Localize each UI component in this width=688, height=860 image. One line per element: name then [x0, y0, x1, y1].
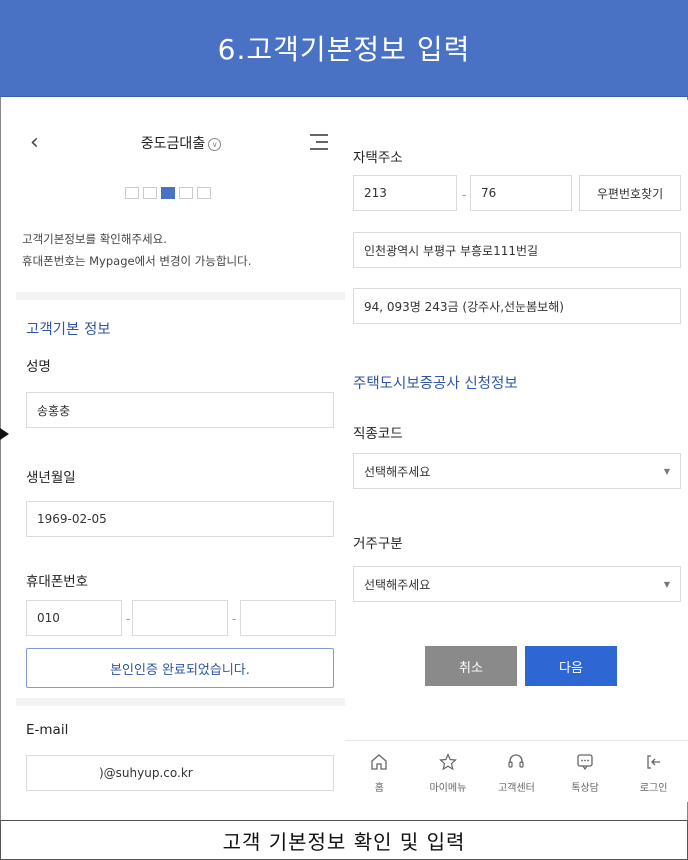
address-line2-value: 94, 093명 243금 (강주사,선눈봄보해)	[364, 299, 564, 314]
tab-home[interactable]: 홈	[349, 752, 409, 795]
address-line1-value: 인천광역시 부평구 부흥로111번길	[364, 243, 539, 258]
phone-separator: -	[232, 612, 237, 626]
birth-field[interactable]: 1969-02-05	[26, 501, 334, 537]
home-icon	[371, 754, 387, 770]
postal-code-2-value: 76	[481, 186, 497, 200]
cancel-button[interactable]: 취소	[425, 646, 517, 686]
section-divider	[16, 292, 346, 300]
tab-mymenu-label: 마이메뉴	[429, 783, 467, 794]
phone-label: 휴대폰번호	[26, 574, 89, 590]
step-dot	[179, 187, 193, 199]
phone-middle-field[interactable]	[132, 600, 228, 636]
tab-login-label: 로그인	[639, 783, 668, 794]
app-header: ‹ 중도금대출 ∨	[16, 100, 346, 170]
phone-separator: -	[126, 612, 131, 626]
job-code-select[interactable]: 선택해주세요 ▼	[353, 453, 681, 489]
step-dot	[125, 187, 139, 199]
header-title-text: 중도금대출	[140, 136, 206, 152]
name-label: 성명	[26, 359, 51, 375]
basic-info-section-title: 고객기본 정보	[26, 322, 111, 338]
job-code-label: 직종코드	[353, 426, 403, 442]
step-dot	[143, 187, 157, 199]
step-dot	[197, 187, 211, 199]
hamburger-menu-icon[interactable]	[310, 134, 328, 155]
section-divider	[16, 698, 346, 706]
left-screen: ‹ 중도금대출 ∨ 고객기본정보를 확인해주세요. 휴대폰번호는 Mypage에서…	[16, 100, 346, 802]
address-label: 자택주소	[353, 150, 403, 166]
dropdown-caret-icon: ▼	[663, 466, 670, 476]
tab-login[interactable]: 로그인	[624, 752, 684, 795]
chevron-down-icon: ∨	[208, 138, 222, 151]
header-title[interactable]: 중도금대출 ∨	[16, 133, 346, 153]
step-indicator	[125, 187, 211, 199]
bottom-tab-bar: 홈 마이메뉴 고객센터 톡상담 로그인	[345, 740, 688, 802]
postal-separator: -	[462, 188, 467, 202]
next-button[interactable]: 다음	[525, 646, 617, 686]
banner-title: 6.고객기본정보 입력	[217, 33, 471, 66]
postal-search-label: 우편번호찾기	[596, 186, 664, 201]
postal-code-1-field[interactable]: 213	[353, 175, 457, 211]
residence-type-label: 거주구분	[353, 536, 403, 552]
email-value: )@suhyup.co.kr	[99, 766, 193, 780]
verification-complete-button[interactable]: 본인인증 완료되었습니다.	[26, 648, 334, 688]
postal-code-2-field[interactable]: 76	[470, 175, 572, 211]
email-label: E-mail	[26, 722, 69, 738]
job-code-value: 선택해주세요	[364, 464, 431, 479]
phone-last-field[interactable]	[240, 600, 336, 636]
birth-value: 1969-02-05	[37, 512, 107, 526]
tab-talk-consult-label: 톡상담	[571, 783, 599, 794]
pointer-arrow-icon	[0, 428, 9, 440]
page-banner: 6.고객기본정보 입력	[0, 0, 688, 97]
notice-text: 고객기본정보를 확인해주세요. 휴대폰번호는 Mypage에서 변경이 가능합니…	[16, 228, 346, 272]
tab-customer-center-label: 고객센터	[498, 783, 535, 794]
name-value: 송홍충	[37, 403, 71, 418]
tab-mymenu[interactable]: 마이메뉴	[418, 752, 478, 795]
postal-code-1-value: 213	[364, 186, 387, 200]
postal-search-button[interactable]: 우편번호찾기	[579, 175, 681, 211]
chat-icon	[577, 754, 593, 771]
residence-type-value: 선택해주세요	[364, 577, 431, 592]
dropdown-caret-icon: ▼	[663, 579, 670, 589]
tab-home-label: 홈	[374, 783, 384, 794]
address-line1-field[interactable]: 인천광역시 부평구 부흥로111번길	[353, 232, 681, 268]
birth-label: 생년월일	[26, 470, 76, 486]
headset-icon	[508, 754, 525, 768]
figure-caption: 고객 기본정보 확인 및 입력	[0, 820, 688, 860]
star-icon	[438, 753, 457, 771]
notice-line: 휴대폰번호는 Mypage에서 변경이 가능합니다.	[22, 254, 252, 268]
email-field[interactable]: )@suhyup.co.kr	[26, 755, 334, 791]
notice-line: 고객기본정보를 확인해주세요.	[22, 232, 167, 246]
right-screen: 자택주소 213 - 76 우편번호찾기 인천광역시 부평구 부흥로111번길 …	[345, 100, 688, 802]
name-field[interactable]: 송홍충	[26, 392, 334, 428]
phone-first-value: 010	[37, 611, 60, 625]
tab-talk-consult[interactable]: 톡상담	[555, 752, 615, 795]
phone-first-field[interactable]: 010	[26, 600, 122, 636]
address-line2-field[interactable]: 94, 093명 243금 (강주사,선눈봄보해)	[353, 288, 681, 324]
step-dot-active	[161, 187, 175, 199]
residence-type-select[interactable]: 선택해주세요 ▼	[353, 566, 681, 602]
login-icon	[647, 755, 660, 769]
hug-info-section-title: 주택도시보증공사 신청정보	[353, 376, 518, 392]
tab-customer-center[interactable]: 고객센터	[486, 752, 546, 795]
